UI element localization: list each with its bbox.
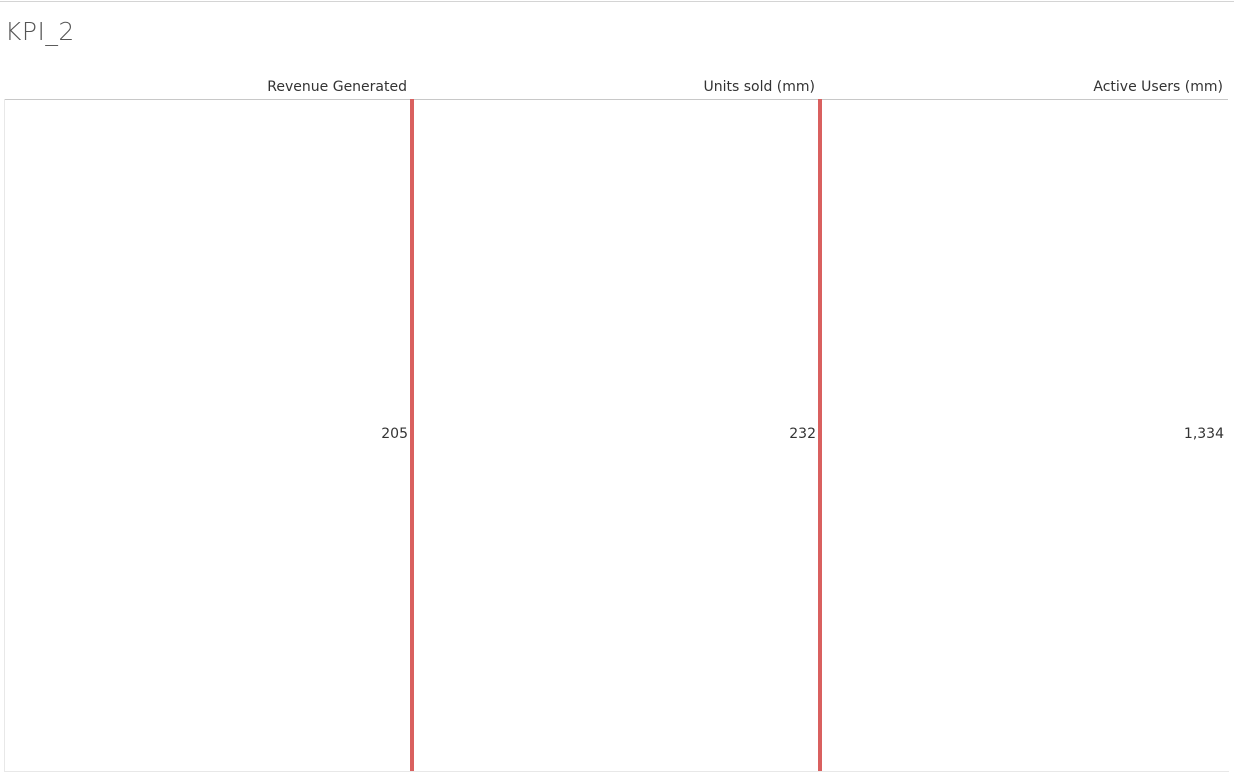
column-divider: [818, 99, 822, 771]
column-header-units-sold[interactable]: Units sold (mm): [415, 77, 815, 98]
kpi-value-units-sold[interactable]: 232: [416, 425, 816, 443]
kpi-value-revenue-generated[interactable]: 205: [8, 425, 408, 443]
column-header-row: Revenue Generated Units sold (mm) Active…: [4, 77, 1228, 100]
kpi-value-active-users[interactable]: 1,334: [824, 425, 1224, 443]
column-header-active-users[interactable]: Active Users (mm): [823, 77, 1223, 98]
column-header-revenue-generated[interactable]: Revenue Generated: [7, 77, 407, 98]
kpi-value-row: 205 232 1,334: [4, 99, 1229, 772]
column-divider: [410, 99, 414, 771]
kpi-table: Revenue Generated Units sold (mm) Active…: [4, 0, 1229, 781]
